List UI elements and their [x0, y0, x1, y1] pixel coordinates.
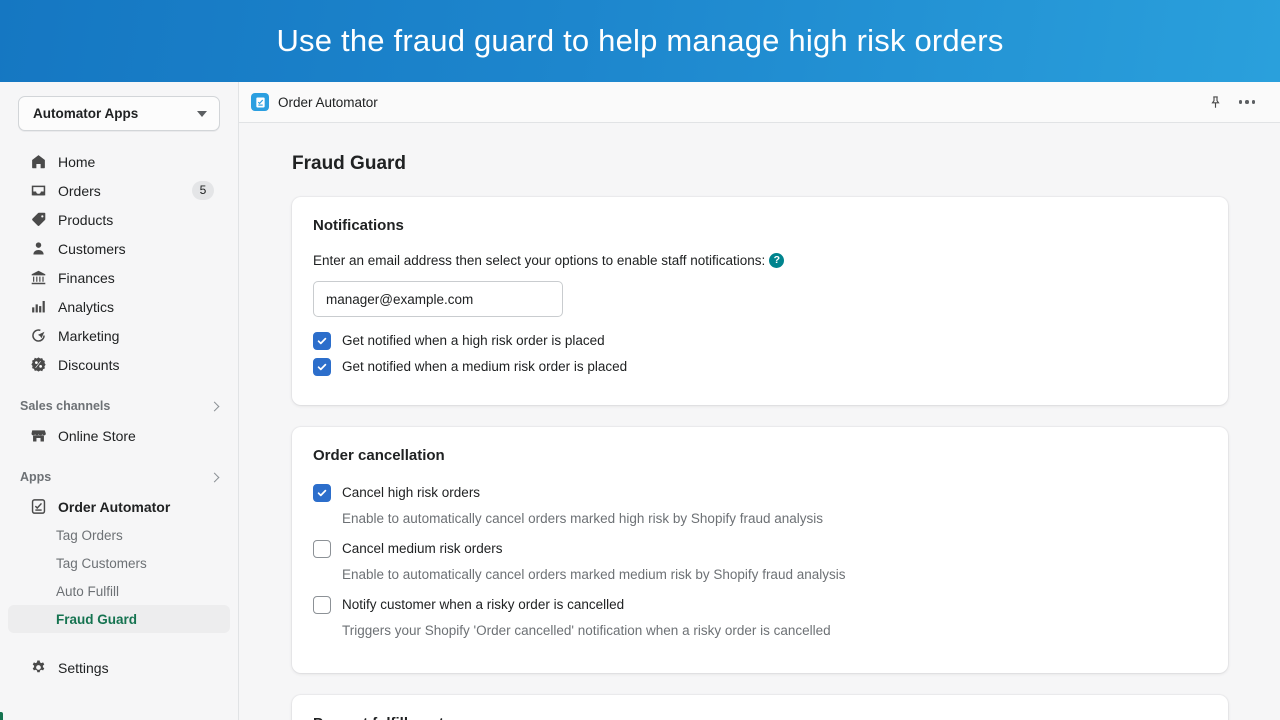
- sidebar: Automator Apps Home Orders 5 Products Cu…: [0, 82, 239, 720]
- promo-banner-title: Use the fraud guard to help manage high …: [276, 23, 1004, 58]
- app-frame: Automator Apps Home Orders 5 Products Cu…: [0, 82, 1280, 720]
- sidebar-subitem-fraud-guard[interactable]: Fraud Guard: [8, 605, 230, 633]
- sidebar-subitem-tag-orders[interactable]: Tag Orders: [8, 521, 230, 549]
- page-title: Fraud Guard: [292, 153, 407, 174]
- notification-email-input[interactable]: [313, 281, 563, 317]
- sidebar-item-marketing[interactable]: Marketing: [8, 321, 230, 350]
- sidebar-item-label: Products: [58, 211, 114, 228]
- store-selector[interactable]: Automator Apps: [18, 96, 220, 131]
- order-automator-icon: [28, 497, 48, 517]
- sidebar-item-home[interactable]: Home: [8, 147, 230, 176]
- checkbox-checked-icon[interactable]: [313, 358, 331, 376]
- sidebar-item-label: Orders: [58, 182, 101, 199]
- prevent-fulfillment-card: Prevent fulfillment: [292, 695, 1228, 720]
- checkbox-unchecked-icon[interactable]: [313, 540, 331, 558]
- sidebar-item-label: Settings: [58, 659, 109, 676]
- storefront-icon: [28, 426, 48, 446]
- checkbox-label: Cancel high risk orders: [342, 485, 481, 500]
- checkbox-group-cancel-medium-risk: Cancel medium risk orders Enable to auto…: [313, 539, 1206, 585]
- checkbox-label: Get notified when a high risk order is p…: [342, 333, 605, 348]
- megaphone-target-icon: [28, 326, 48, 346]
- help-icon[interactable]: ?: [769, 252, 785, 268]
- checkbox-checked-icon[interactable]: [313, 484, 331, 502]
- tag-icon: [28, 210, 48, 230]
- sidebar-subitem-label: Tag Orders: [56, 527, 123, 543]
- checkbox-checked-icon[interactable]: [313, 332, 331, 350]
- checkbox-row-cancel-medium-risk[interactable]: Cancel medium risk orders: [313, 539, 1206, 559]
- sidebar-item-label: Order Automator: [58, 498, 171, 515]
- checkbox-help-text: Enable to automatically cancel orders ma…: [342, 567, 846, 582]
- sidebar-item-finances[interactable]: Finances: [8, 263, 230, 292]
- chevron-down-icon: [197, 110, 207, 117]
- prevent-fulfillment-title: Prevent fulfillment: [313, 715, 1206, 720]
- gear-icon: [28, 658, 48, 678]
- sidebar-item-discounts[interactable]: Discounts: [8, 350, 230, 379]
- sidebar-item-label: Home: [58, 153, 96, 170]
- promo-banner: Use the fraud guard to help manage high …: [0, 0, 1280, 82]
- sidebar-subitem-auto-fulfill[interactable]: Auto Fulfill: [8, 577, 230, 605]
- bar-chart-icon: [28, 297, 48, 317]
- home-icon: [28, 152, 48, 172]
- checkbox-help-text: Enable to automatically cancel orders ma…: [342, 511, 823, 526]
- notifications-card: Notifications Enter an email address the…: [292, 197, 1228, 405]
- notifications-title: Notifications: [313, 217, 404, 234]
- discount-percent-icon: [28, 355, 48, 375]
- sidebar-subitem-tag-customers[interactable]: Tag Customers: [8, 549, 230, 577]
- checkbox-group-notify-customer: Notify customer when a risky order is ca…: [313, 595, 1206, 641]
- sidebar-section-apps[interactable]: Apps: [0, 464, 238, 490]
- sidebar-item-label: Analytics: [58, 298, 115, 315]
- checkbox-label: Get notified when a medium risk order is…: [342, 359, 628, 374]
- notifications-description-text: Enter an email address then select your …: [313, 253, 766, 268]
- main-panel: Order Automator Fraud Guard Notification…: [239, 82, 1280, 720]
- sidebar-item-label: Marketing: [58, 327, 120, 344]
- sidebar-item-order-automator[interactable]: Order Automator: [8, 492, 230, 521]
- bank-icon: [28, 268, 48, 288]
- page-content: Fraud Guard Notifications Enter an email…: [239, 123, 1280, 720]
- checkbox-label: Cancel medium risk orders: [342, 541, 503, 556]
- checkbox-label: Notify customer when a risky order is ca…: [342, 597, 625, 612]
- store-selector-label: Automator Apps: [33, 106, 139, 121]
- sidebar-item-orders[interactable]: Orders 5: [8, 176, 230, 205]
- checkbox-row-notify-high-risk[interactable]: Get notified when a high risk order is p…: [313, 331, 1206, 351]
- topbar-title: Order Automator: [278, 94, 378, 110]
- pushpin-icon[interactable]: [1204, 91, 1226, 113]
- sidebar-item-online-store[interactable]: Online Store: [8, 421, 230, 450]
- selected-item-indicator: [0, 712, 3, 720]
- checkbox-row-notify-medium-risk[interactable]: Get notified when a medium risk order is…: [313, 357, 1206, 377]
- sidebar-section-label: Apps: [20, 470, 52, 484]
- sidebar-section-sales-channels[interactable]: Sales channels: [0, 393, 238, 419]
- more-horizontal-icon[interactable]: [1236, 91, 1258, 113]
- order-automator-app-icon: [251, 93, 269, 111]
- checkbox-group-cancel-high-risk: Cancel high risk orders Enable to automa…: [313, 483, 1206, 529]
- checkbox-help-text: Triggers your Shopify 'Order cancelled' …: [342, 623, 831, 638]
- orders-count-badge: 5: [192, 181, 214, 200]
- sidebar-item-products[interactable]: Products: [8, 205, 230, 234]
- sidebar-subitem-label: Tag Customers: [56, 555, 147, 571]
- app-topbar: Order Automator: [239, 82, 1280, 123]
- sidebar-item-label: Customers: [58, 240, 126, 257]
- checkbox-unchecked-icon[interactable]: [313, 596, 331, 614]
- sidebar-subitem-label: Auto Fulfill: [56, 583, 120, 599]
- chevron-right-icon: [209, 401, 220, 411]
- sidebar-section-label: Sales channels: [20, 399, 111, 413]
- sidebar-item-customers[interactable]: Customers: [8, 234, 230, 263]
- order-cancellation-title: Order cancellation: [313, 447, 445, 464]
- orders-inbox-icon: [28, 181, 48, 201]
- checkbox-row-notify-customer[interactable]: Notify customer when a risky order is ca…: [313, 595, 1206, 615]
- sidebar-item-label: Discounts: [58, 356, 120, 373]
- sidebar-item-label: Online Store: [58, 427, 136, 444]
- sidebar-item-analytics[interactable]: Analytics: [8, 292, 230, 321]
- checkbox-row-cancel-high-risk[interactable]: Cancel high risk orders: [313, 483, 1206, 503]
- notifications-description: Enter an email address then select your …: [313, 252, 1206, 268]
- sidebar-item-settings[interactable]: Settings: [8, 653, 230, 682]
- person-icon: [28, 239, 48, 259]
- chevron-right-icon: [209, 472, 220, 482]
- sidebar-subitem-label: Fraud Guard: [56, 611, 138, 627]
- order-cancellation-card: Order cancellation Cancel high risk orde…: [292, 427, 1228, 673]
- sidebar-item-label: Finances: [58, 269, 115, 286]
